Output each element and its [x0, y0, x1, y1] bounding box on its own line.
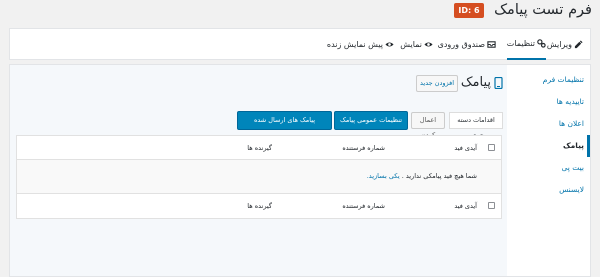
sidebar-item-form-settings[interactable]: تنظیمات فرم	[506, 69, 590, 91]
select-all-checkbox-footer[interactable]	[488, 202, 495, 209]
sidebar-item-bitpay[interactable]: بیت پی	[506, 157, 590, 179]
tab-settings[interactable]: تنظیمات	[506, 29, 546, 60]
sidebar-item-sms[interactable]: پیامک	[506, 135, 590, 157]
sidebar-item-notifications[interactable]: اعلان ها	[506, 113, 590, 135]
sidebar-item-license[interactable]: لایسنس	[506, 179, 590, 201]
tab-display[interactable]: نمایش	[400, 29, 433, 60]
edit-icon	[574, 40, 583, 49]
sms-content: پیامک افزودن جدید اقدامات دسته جمعی اعما…	[10, 65, 507, 276]
column-recipients[interactable]: گیرنده ها	[247, 136, 272, 160]
tab-live-preview[interactable]: پیش نمایش زنده	[327, 29, 394, 60]
table-empty-row: شما هیچ فید پیامکی ندارید . یکی بسازید.	[16, 160, 502, 194]
tab-inbox[interactable]: صندوق ورودی	[438, 29, 496, 60]
inbox-icon	[487, 41, 496, 48]
page-title-text: پیامک	[460, 75, 491, 90]
table-header: آیدی فید شماره فرستنده گیرنده ها	[16, 135, 502, 160]
tab-label: تنظیمات	[506, 39, 535, 48]
apply-button[interactable]: اعمال کردن	[411, 112, 445, 139]
column-feed-id[interactable]: آیدی فید	[454, 136, 477, 160]
empty-message: شما هیچ فید پیامکی ندارید . یکی بسازید.	[367, 172, 477, 180]
settings-panel: تنظیمات فرم تاییدیه ها اعلان ها پیامک بی…	[9, 64, 591, 277]
tab-label: صندوق ورودی	[437, 40, 485, 49]
column-sender-number[interactable]: شماره فرستنده	[342, 136, 385, 160]
table-footer: آیدی فید شماره فرستنده گیرنده ها	[16, 194, 502, 219]
form-header: فرم تست پیامک ID: 6	[0, 0, 600, 28]
create-one-link[interactable]: یکی بسازید.	[367, 172, 400, 180]
column-feed-id-footer[interactable]: آیدی فید	[454, 194, 477, 218]
sms-general-settings-button[interactable]: تنظیمات عمومی پیامک	[334, 111, 408, 130]
eye-icon	[424, 42, 433, 47]
form-tabs-bar: ویرایش تنظیمات صندوق ورودی نمایش پیش نما…	[9, 28, 591, 60]
sent-sms-button[interactable]: پیامک های ارسال شده	[237, 111, 332, 130]
mobile-phone-icon	[494, 76, 503, 89]
sidebar-item-confirmations[interactable]: تاییدیه ها	[506, 91, 590, 113]
column-recipients-footer[interactable]: گیرنده ها	[247, 194, 272, 218]
live-preview-icon	[385, 42, 394, 47]
tab-label: پیش نمایش زنده	[326, 40, 383, 49]
form-title[interactable]: فرم تست پیامک	[494, 2, 592, 18]
add-new-button[interactable]: افزودن جدید	[416, 75, 458, 92]
tab-label: نمایش	[400, 40, 422, 49]
settings-sidebar: تنظیمات فرم تاییدیه ها اعلان ها پیامک بی…	[506, 65, 590, 276]
page-title: پیامک	[461, 75, 503, 90]
table-actions-row: اقدامات دسته جمعی اعمال کردن تنظیمات عمو…	[10, 111, 507, 139]
tab-label: ویرایش	[546, 40, 572, 49]
select-all-checkbox[interactable]	[488, 144, 495, 151]
form-id-badge: ID: 6	[454, 3, 484, 18]
empty-message-text: شما هیچ فید پیامکی ندارید .	[401, 172, 477, 180]
settings-cogs-icon	[537, 39, 546, 48]
tab-edit[interactable]: ویرایش	[547, 29, 583, 60]
column-sender-number-footer[interactable]: شماره فرستنده	[342, 194, 385, 218]
bulk-actions-select[interactable]: اقدامات دسته جمعی	[449, 112, 503, 139]
